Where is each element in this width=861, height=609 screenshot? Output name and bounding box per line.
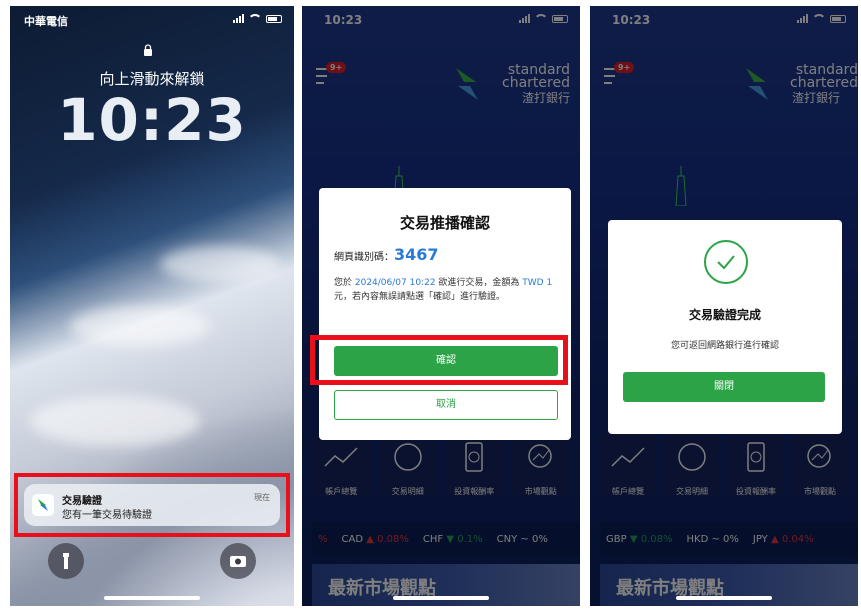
web-id-label: 網頁識別碼： — [334, 252, 394, 263]
highlight-box — [14, 473, 290, 537]
battery-icon — [266, 14, 282, 23]
web-id-row: 網頁識別碼：3467 — [334, 245, 439, 264]
home-indicator[interactable] — [104, 596, 200, 600]
lock-clock: 10:23 — [57, 86, 247, 154]
transaction-amount: TWD 1 — [522, 278, 553, 288]
success-screen: 10:23 9+ standard chartered 渣打銀行 帳戶總覽 交易 — [590, 6, 858, 606]
dialog-message: 您於 2024/06/07 10:22 欲進行交易，金額為 TWD 1 元，若內… — [334, 278, 553, 302]
cloud-shape — [30, 396, 200, 446]
flashlight-icon — [63, 553, 69, 569]
success-dialog: 交易驗證完成 您可返回網路銀行進行確認 關閉 — [608, 220, 842, 434]
signal-icon — [233, 14, 244, 23]
lock-screen: 中華電信 向上滑動來解鎖 10:23 交易驗證 您有一筆交易待驗證 現在 — [10, 6, 294, 606]
check-circle-icon — [704, 240, 748, 284]
home-indicator[interactable] — [676, 596, 772, 600]
transaction-datetime: 2024/06/07 10:22 — [354, 278, 436, 288]
carrier-name: 中華電信 — [24, 15, 68, 28]
system-icons — [233, 14, 282, 23]
status-bar: 中華電信 — [10, 6, 294, 30]
cancel-button[interactable]: 取消 — [334, 390, 558, 420]
web-id-code: 3467 — [394, 245, 439, 264]
cloud-shape — [70, 306, 210, 346]
highlight-box — [310, 335, 568, 385]
cloud-shape — [160, 246, 280, 282]
dialog-title: 交易推播確認 — [399, 214, 490, 232]
confirm-screen: 10:23 9+ standard chartered 渣打銀行 帳戶總覽 交易 — [302, 6, 580, 606]
camera-button[interactable] — [220, 543, 256, 579]
confirm-dialog: 交易推播確認 網頁識別碼：3467 您於 2024/06/07 10:22 欲進… — [319, 188, 571, 440]
success-title: 交易驗證完成 — [688, 308, 761, 322]
home-indicator[interactable] — [393, 596, 489, 600]
success-subtitle: 您可返回網路銀行進行確認 — [670, 341, 779, 351]
close-button[interactable]: 關閉 — [623, 372, 825, 402]
wifi-icon — [248, 14, 262, 23]
flashlight-button[interactable] — [48, 543, 84, 579]
lock-icon — [144, 44, 152, 56]
camera-icon — [230, 556, 246, 567]
